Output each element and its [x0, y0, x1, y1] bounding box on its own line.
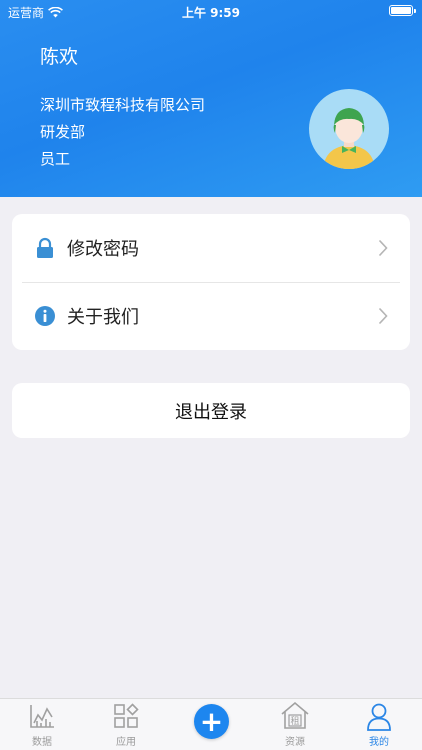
chevron-right-icon [378, 239, 388, 257]
status-bar: 运营商 上午 9:59 [0, 0, 422, 22]
user-name: 陈欢 [40, 46, 79, 68]
house-icon-text: 租 [290, 716, 299, 727]
user-role: 员工 [40, 150, 71, 168]
add-button[interactable]: + [194, 704, 229, 739]
lock-icon [37, 237, 53, 258]
change-password-label: 修改密码 [67, 239, 139, 260]
tab-mine-label: 我的 [369, 737, 389, 748]
tab-data-label: 数据 [32, 737, 52, 748]
house-icon: 租 [281, 701, 309, 729]
about-us-label: 关于我们 [67, 307, 139, 328]
tab-apps[interactable]: 应用 [96, 699, 156, 750]
settings-menu-card: 修改密码 关于我们 [12, 214, 410, 350]
apps-icon [114, 703, 139, 728]
battery-icon [389, 5, 416, 16]
about-us-item[interactable]: 关于我们 [12, 282, 410, 350]
plus-icon: + [199, 704, 224, 738]
department-name: 研发部 [40, 123, 86, 141]
chevron-right-icon [378, 307, 388, 325]
status-time: 上午 9:59 [181, 6, 241, 20]
change-password-item[interactable]: 修改密码 [12, 214, 410, 282]
info-icon [35, 306, 55, 326]
chart-icon [30, 705, 54, 728]
profile-header: 运营商 上午 9:59 陈欢 深圳市致程科技有限公司 研发部 员工 [0, 0, 422, 197]
tab-apps-label: 应用 [116, 737, 136, 748]
tab-data[interactable]: 数据 [12, 699, 72, 750]
tab-resources-label: 资源 [285, 737, 305, 748]
logout-button[interactable]: 退出登录 [12, 383, 410, 438]
person-icon [367, 703, 391, 731]
tab-mine[interactable]: 我的 [349, 699, 409, 750]
avatar[interactable] [309, 89, 389, 169]
tab-resources[interactable]: 租 资源 [265, 699, 325, 750]
company-name: 深圳市致程科技有限公司 [40, 96, 206, 114]
avatar-illustration-icon [323, 108, 375, 169]
